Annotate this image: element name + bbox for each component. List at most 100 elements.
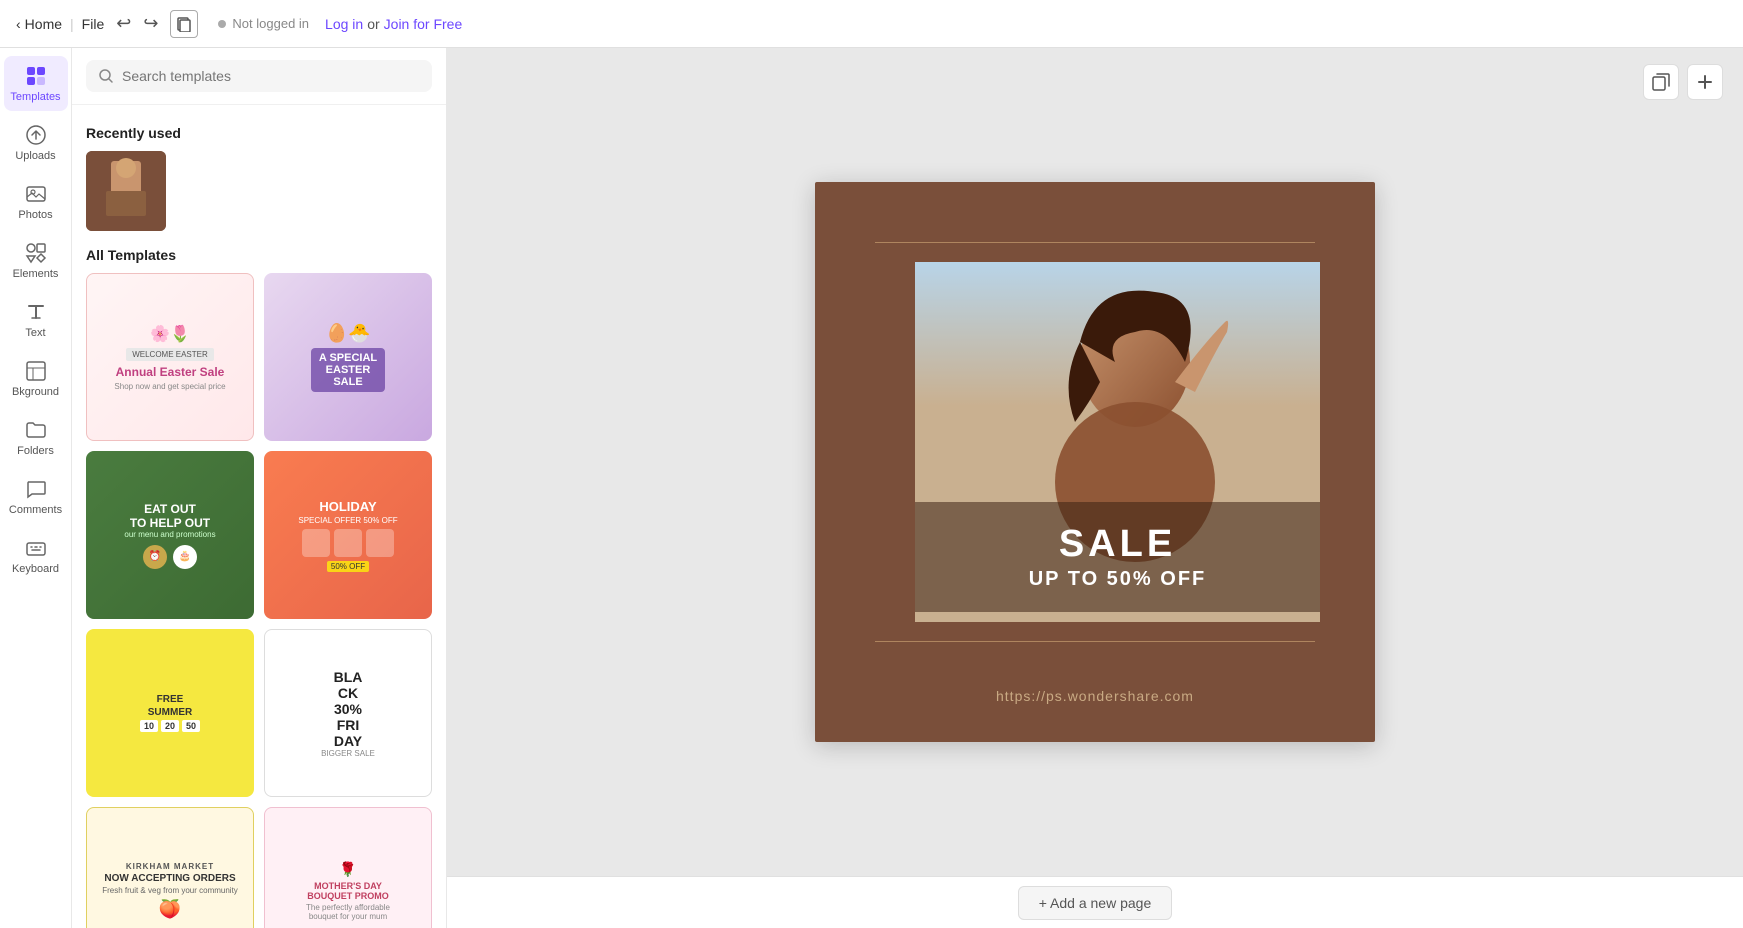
- eatout-cake-icon: 🎂: [173, 545, 197, 569]
- keyboard-icon: [24, 536, 48, 560]
- sidebar-item-background[interactable]: Bkground: [4, 351, 68, 406]
- card-content-mothers: 🌹 MOTHER'S DAYBOUQUET PROMO The perfectl…: [265, 808, 431, 928]
- sidebar-item-elements-label: Elements: [13, 268, 59, 280]
- summer-num-50: 50: [182, 720, 200, 732]
- canvas-line-top: [875, 242, 1315, 243]
- sidebar-item-text[interactable]: Text: [4, 292, 68, 347]
- design-canvas[interactable]: 2021 SPRING CLOTHES 2021 SPRING CLOTHES: [815, 182, 1375, 742]
- holiday-item-3: [366, 529, 394, 557]
- add-new-page-button[interactable]: + Add a new page: [1018, 886, 1173, 920]
- canvas-line-bottom: [875, 641, 1315, 642]
- mothers-flower: 🌹: [339, 861, 356, 878]
- sidebar-item-text-label: Text: [25, 327, 45, 339]
- status-text: Not logged in: [232, 16, 309, 31]
- join-link[interactable]: Join for Free: [384, 16, 463, 32]
- login-link[interactable]: Log in: [325, 16, 363, 32]
- market-fruit-icon: 🍑: [159, 899, 181, 920]
- summer-num-20: 20: [161, 720, 179, 732]
- sidebar-item-background-label: Bkground: [12, 386, 59, 398]
- sidebar-item-photos-label: Photos: [18, 209, 52, 221]
- add-page-label: + Add a new page: [1039, 895, 1152, 911]
- canvas-sale-overlay: SALE UP TO 50% OFF: [915, 502, 1320, 612]
- topbar: ‹ Home | File ↩ ↪ Not logged in Log in o…: [0, 0, 1743, 48]
- holiday-items: [302, 529, 394, 557]
- card-content-market: KIRKHAM MARKET NOW ACCEPTING ORDERS Fres…: [87, 808, 253, 928]
- auth-section: Log in or Join for Free: [325, 16, 462, 32]
- eatout-title: EAT OUTTO HELP OUT: [130, 502, 210, 530]
- login-status: Not logged in: [218, 16, 309, 31]
- add-canvas-button[interactable]: [1687, 64, 1723, 100]
- recent-thumb-inner: [86, 151, 166, 231]
- home-button[interactable]: ‹ Home: [16, 16, 62, 32]
- main-layout: Templates Uploads Photos: [0, 48, 1743, 928]
- summer-title: SUMMER: [148, 707, 192, 718]
- undo-button[interactable]: ↩: [112, 11, 135, 36]
- canvas-content[interactable]: 2021 SPRING CLOTHES 2021 SPRING CLOTHES: [447, 48, 1743, 876]
- text-icon: [24, 300, 48, 324]
- home-label: Home: [25, 16, 62, 32]
- summer-free: FREE: [157, 694, 184, 705]
- file-button[interactable]: File: [82, 16, 105, 32]
- sidebar-item-uploads[interactable]: Uploads: [4, 115, 68, 170]
- summer-nums: 10 20 50: [140, 720, 200, 732]
- folders-icon: [24, 418, 48, 442]
- templates-icon: [24, 64, 48, 88]
- recent-person-figure: [96, 156, 156, 226]
- elements-icon: [24, 241, 48, 265]
- history-buttons: ↩ ↪: [112, 11, 162, 36]
- search-input[interactable]: [122, 68, 420, 84]
- template-card-summer[interactable]: FREE SUMMER 10 20 50: [86, 629, 254, 797]
- canvas-sale-subtitle: UP TO 50% OFF: [1029, 568, 1207, 591]
- copy-icon: [1652, 73, 1670, 91]
- card-content-summer: FREE SUMMER 10 20 50: [86, 629, 254, 797]
- bf-sub: BIGGER SALE: [321, 749, 375, 758]
- search-area: [72, 48, 446, 105]
- chevron-left-icon: ‹: [16, 16, 21, 32]
- redo-button[interactable]: ↪: [139, 11, 162, 36]
- photos-icon: [24, 182, 48, 206]
- mothers-sub: The perfectly affordablebouquet for your…: [306, 903, 390, 921]
- card-content-eatout: EAT OUTTO HELP OUT our menu and promotio…: [86, 451, 254, 619]
- template-card-market[interactable]: KIRKHAM MARKET NOW ACCEPTING ORDERS Fres…: [86, 807, 254, 928]
- background-icon: [24, 359, 48, 383]
- eatout-icons: ⏰ 🎂: [143, 545, 197, 569]
- comments-icon: [24, 477, 48, 501]
- search-box[interactable]: [86, 60, 432, 92]
- card-content-holiday: HOLIDAY SPECIAL OFFER 50% OFF 50% OFF: [264, 451, 432, 619]
- holiday-title: HOLIDAY: [319, 499, 376, 514]
- sidebar-item-photos[interactable]: Photos: [4, 174, 68, 229]
- search-icon: [98, 68, 114, 84]
- pages-icon[interactable]: [170, 10, 198, 38]
- sidebar-item-folders[interactable]: Folders: [4, 410, 68, 465]
- canvas-bottom-bar: + Add a new page: [447, 876, 1743, 928]
- recently-used-section: Recently used: [86, 125, 432, 231]
- template-card-easter2[interactable]: 🥚🐣 A SPECIALEASTERSALE: [264, 273, 432, 441]
- template-card-mothers[interactable]: 🌹 MOTHER'S DAYBOUQUET PROMO The perfectl…: [264, 807, 432, 928]
- template-card-blackfriday[interactable]: BLACK30%FRIDAY BIGGER SALE: [264, 629, 432, 797]
- eatout-sub: our menu and promotions: [124, 530, 215, 539]
- recent-template-thumb[interactable]: [86, 151, 166, 231]
- easter1-flower: 🌸🌷: [150, 324, 190, 344]
- sidebar-item-templates[interactable]: Templates: [4, 56, 68, 111]
- sidebar-item-elements[interactable]: Elements: [4, 233, 68, 288]
- template-card-holiday[interactable]: HOLIDAY SPECIAL OFFER 50% OFF 50% OFF: [264, 451, 432, 619]
- mothers-title: MOTHER'S DAYBOUQUET PROMO: [307, 881, 389, 901]
- template-card-easter1[interactable]: 🌸🌷 WELCOME EASTER Annual Easter Sale Sho…: [86, 273, 254, 441]
- canvas-url-text: https://ps.wondershare.com: [815, 688, 1375, 704]
- holiday-badge: 50% OFF: [327, 561, 369, 572]
- sidebar-item-folders-label: Folders: [17, 445, 54, 457]
- sidebar-item-keyboard[interactable]: Keyboard: [4, 528, 68, 583]
- card-content-easter1: 🌸🌷 WELCOME EASTER Annual Easter Sale Sho…: [87, 274, 253, 440]
- templates-grid: 🌸🌷 WELCOME EASTER Annual Easter Sale Sho…: [86, 273, 432, 928]
- sidebar-item-templates-label: Templates: [10, 91, 60, 103]
- recently-used-title: Recently used: [86, 125, 432, 141]
- sidebar-item-comments-label: Comments: [9, 504, 62, 516]
- template-card-eatout[interactable]: EAT OUTTO HELP OUT our menu and promotio…: [86, 451, 254, 619]
- status-dot: [218, 20, 226, 28]
- market-title: NOW ACCEPTING ORDERS: [104, 873, 235, 884]
- market-sub: Fresh fruit & veg from your community: [102, 886, 238, 895]
- duplicate-canvas-button[interactable]: [1643, 64, 1679, 100]
- summer-num-10: 10: [140, 720, 158, 732]
- sidebar-item-comments[interactable]: Comments: [4, 469, 68, 524]
- market-header: KIRKHAM MARKET: [126, 862, 214, 871]
